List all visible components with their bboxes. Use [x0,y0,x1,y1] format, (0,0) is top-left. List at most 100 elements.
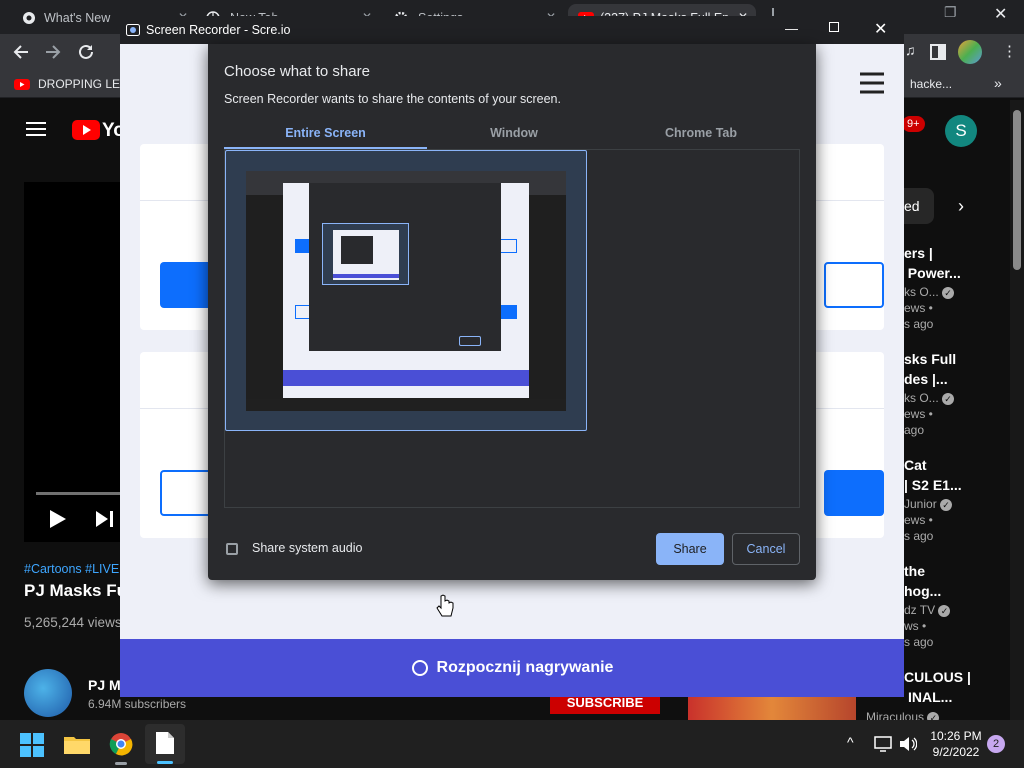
sidebar-video-stats: ews • [904,407,933,421]
active-app-tile[interactable] [145,724,185,764]
close-icon[interactable]: ✕ [874,19,887,39]
sidebar-video[interactable]: ers | | Power... ks O... ✓ ews • s ago [900,243,1008,331]
thumb-dialog [309,183,501,351]
reload-icon[interactable] [77,43,95,61]
menu-dots-icon[interactable]: ⋮ [1002,42,1017,60]
view-count: 5,265,244 views [24,615,122,630]
extension-icon[interactable]: ♫ [905,42,916,58]
channel-avatar[interactable] [24,669,72,717]
app-icon [126,24,140,36]
share-dialog: Choose what to share Screen Recorder wan… [208,44,816,580]
scrollbar[interactable] [1010,100,1024,720]
scrollbar-thumb[interactable] [1013,110,1021,270]
record-circle-icon [411,660,428,676]
sidebar-video-channel: ks O... [904,285,939,299]
next-icon[interactable] [96,511,114,527]
video-player[interactable] [24,182,120,542]
thumb-screen-option [322,223,409,285]
minimize-icon[interactable]: — [785,21,798,36]
clock-date: 9/2/2022 [932,745,980,759]
filter-chip[interactable]: ed [904,188,934,224]
close-window-icon[interactable]: ✕ [994,4,1007,24]
chevron-right-icon[interactable]: › [958,196,964,217]
chevron-up-icon[interactable]: ^ [847,734,854,750]
running-indicator [115,762,127,765]
sidebar-video-age: s ago [904,317,934,331]
sidebar-video-stats: ews • [904,301,933,315]
bookmark-item[interactable]: DROPPING LEG [38,77,129,91]
hamburger-menu-icon[interactable] [26,122,46,136]
audio-checkbox[interactable] [226,543,238,555]
sidebar-video-channel: Junior [904,497,937,511]
sidebar-video[interactable]: the hog... dz TV ✓ ws • s ago [904,561,1008,649]
restore-icon[interactable]: ❐ [944,4,957,21]
video-hashtags[interactable]: #Cartoons #LIVE [24,562,119,576]
chrome-taskbar-icon[interactable] [109,732,133,756]
clock[interactable]: 10:26 PM 9/2/2022 [928,728,984,760]
option-button[interactable] [824,262,884,308]
sidebar-video-title-2: | Power... [900,265,961,281]
user-avatar[interactable]: S [945,115,977,147]
sidebar-video[interactable]: sks Full des |... ks O... ✓ ews • ago [904,349,1008,437]
video-thumbnail[interactable] [688,697,856,720]
thumb-start-bar [283,370,529,386]
video-title: PJ Masks Fu [24,581,127,600]
share-button[interactable]: Share [656,533,724,565]
subscriber-count: 6.94M subscribers [88,697,187,711]
sidebar-video-stats: ws • [904,619,927,633]
thumb-nested-screen [333,230,399,280]
file-explorer-icon[interactable] [64,734,90,754]
sidebar-video-title-1: Cat [904,457,927,473]
active-indicator [157,761,173,764]
progress-bar[interactable] [36,492,120,495]
hamburger-menu-icon[interactable] [860,72,884,94]
dialog-title: Choose what to share [224,63,370,80]
forward-arrow-icon[interactable] [44,43,62,61]
play-icon[interactable] [50,510,66,528]
verified-icon: ✓ [938,605,951,617]
source-list [224,150,800,508]
window-title-bar: Screen Recorder - Scre.io — ✕ [120,16,904,44]
maximize-icon[interactable] [829,22,839,32]
start-recording-label: Rozpocznij nagrywanie [436,659,614,676]
notification-badge[interactable]: 2 [987,735,1005,753]
youtube-logo-icon[interactable] [72,120,100,140]
network-icon[interactable] [874,736,892,752]
notification-badge: 9+ [902,116,925,132]
screen-option[interactable] [225,150,587,431]
back-arrow-icon[interactable] [12,43,30,61]
sidebar-video-age: s ago [904,529,934,543]
window-title: Screen Recorder - Scre.io [146,23,291,37]
thumb-nested-dialog [341,236,373,264]
clock-time: 10:26 PM [930,729,982,743]
sidebar-video-title-2: des |... [904,371,948,387]
tab-window[interactable]: Window [427,126,601,150]
start-recording-bar[interactable]: Rozpocznij nagrywanie [120,639,904,697]
channel-name[interactable]: PJ M [88,677,121,693]
sidebar-video-channel: ks O... [904,391,939,405]
sidebar-video-channel: dz TV [904,603,936,617]
screen-thumbnail [246,171,566,411]
option-button[interactable] [824,470,884,516]
sidebar-video-title-2: hog... [904,583,942,599]
audio-label: Share system audio [252,541,363,555]
thumb-cancel-button [459,336,481,346]
sidebar-video[interactable]: Cat | S2 E1... Junior ✓ ews • s ago [904,455,1008,543]
chrome-icon [23,12,35,24]
hand-cursor-icon [436,594,454,617]
sidebar-video-age: ago [904,423,925,437]
volume-icon[interactable] [899,736,917,752]
windows-start-icon[interactable] [20,733,44,757]
thumb-button [500,305,517,319]
tab-label: What's New [44,11,111,25]
cancel-button[interactable]: Cancel [732,533,800,565]
sidebar-video-title-2: | S2 E1... [904,477,962,493]
profile-avatar[interactable] [958,40,982,64]
tab-chrome-tab[interactable]: Chrome Tab [601,126,801,150]
windows-taskbar: ^ 10:26 PM 9/2/2022 2 [0,720,1024,768]
sidepanel-icon[interactable] [930,44,946,60]
more-bookmarks-icon[interactable]: » [994,75,1002,91]
sidebar-video-stats: ews • [904,513,933,527]
bookmark-item[interactable]: hacke... [910,77,952,91]
thumb-nested-bar [333,274,399,278]
